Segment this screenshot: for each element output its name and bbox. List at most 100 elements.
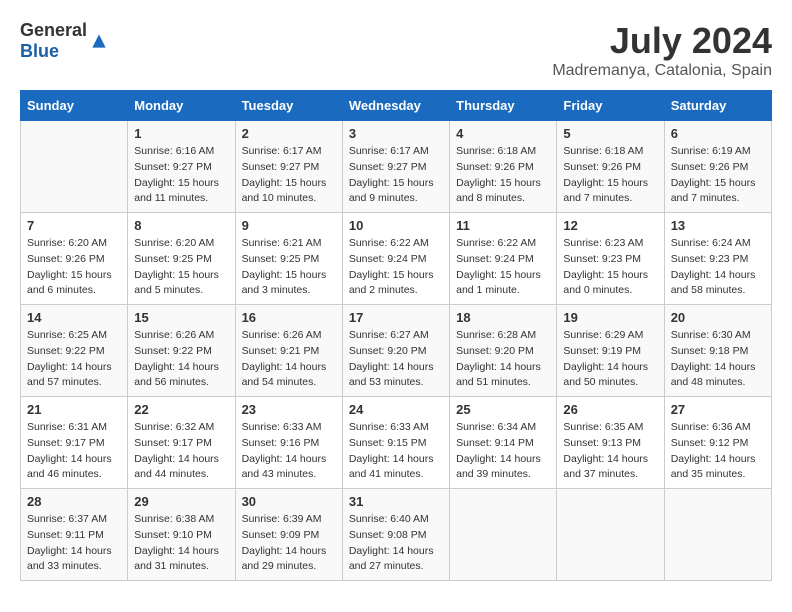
calendar-cell: 6 Sunrise: 6:19 AMSunset: 9:26 PMDaylight…	[664, 121, 771, 213]
location-title: Madremanya, Catalonia, Spain	[552, 62, 772, 80]
day-number: 8	[134, 218, 228, 233]
calendar-cell: 13 Sunrise: 6:24 AMSunset: 9:23 PMDayligh…	[664, 213, 771, 305]
day-number: 17	[349, 310, 443, 325]
day-number: 26	[563, 402, 657, 417]
day-info: Sunrise: 6:23 AMSunset: 9:23 PMDaylight:…	[563, 236, 657, 299]
day-info: Sunrise: 6:17 AMSunset: 9:27 PMDaylight:…	[349, 144, 443, 207]
day-number: 20	[671, 310, 765, 325]
calendar-week-row: 1Sunrise: 6:16 AMSunset: 9:27 PMDaylight…	[21, 121, 772, 213]
day-info: Sunrise: 6:39 AMSunset: 9:09 PMDaylight:…	[242, 512, 336, 575]
day-number: 4	[456, 126, 550, 141]
day-number: 11	[456, 218, 550, 233]
day-info: Sunrise: 6:27 AMSunset: 9:20 PMDaylight:…	[349, 328, 443, 391]
calendar-cell	[664, 489, 771, 581]
day-info: Sunrise: 6:22 AMSunset: 9:24 PMDaylight:…	[456, 236, 550, 299]
calendar-week-row: 21 Sunrise: 6:31 AMSunset: 9:17 PMDayligh…	[21, 397, 772, 489]
day-info: Sunrise: 6:33 AMSunset: 9:15 PMDaylight:…	[349, 420, 443, 483]
day-number: 18	[456, 310, 550, 325]
day-info: Sunrise: 6:20 AMSunset: 9:26 PMDaylight:…	[27, 236, 121, 299]
logo-general: General	[20, 20, 87, 40]
calendar-cell: 20Sunrise: 6:30 AMSunset: 9:18 PMDayligh…	[664, 305, 771, 397]
calendar-cell: 1Sunrise: 6:16 AMSunset: 9:27 PMDaylight…	[128, 121, 235, 213]
calendar-week-row: 7 Sunrise: 6:20 AMSunset: 9:26 PMDaylight…	[21, 213, 772, 305]
day-info: Sunrise: 6:26 AMSunset: 9:22 PMDaylight:…	[134, 328, 228, 391]
calendar-cell: 2 Sunrise: 6:17 AMSunset: 9:27 PMDaylight…	[235, 121, 342, 213]
logo-text: General Blue	[20, 20, 87, 62]
calendar-cell: 11 Sunrise: 6:22 AMSunset: 9:24 PMDayligh…	[450, 213, 557, 305]
day-info: Sunrise: 6:22 AMSunset: 9:24 PMDaylight:…	[349, 236, 443, 299]
calendar-cell: 27 Sunrise: 6:36 AMSunset: 9:12 PMDayligh…	[664, 397, 771, 489]
calendar-cell: 12Sunrise: 6:23 AMSunset: 9:23 PMDayligh…	[557, 213, 664, 305]
day-info: Sunrise: 6:35 AMSunset: 9:13 PMDaylight:…	[563, 420, 657, 483]
calendar-cell: 5Sunrise: 6:18 AMSunset: 9:26 PMDaylight…	[557, 121, 664, 213]
day-number: 27	[671, 402, 765, 417]
day-number: 1	[134, 126, 228, 141]
day-info: Sunrise: 6:18 AMSunset: 9:26 PMDaylight:…	[563, 144, 657, 207]
calendar-cell: 30 Sunrise: 6:39 AMSunset: 9:09 PMDayligh…	[235, 489, 342, 581]
calendar-cell: 10 Sunrise: 6:22 AMSunset: 9:24 PMDayligh…	[342, 213, 449, 305]
col-thursday: Thursday	[450, 91, 557, 121]
calendar-cell: 31Sunrise: 6:40 AMSunset: 9:08 PMDayligh…	[342, 489, 449, 581]
calendar-cell	[450, 489, 557, 581]
calendar-cell: 17 Sunrise: 6:27 AMSunset: 9:20 PMDayligh…	[342, 305, 449, 397]
calendar-cell: 24 Sunrise: 6:33 AMSunset: 9:15 PMDayligh…	[342, 397, 449, 489]
col-monday: Monday	[128, 91, 235, 121]
day-number: 2	[242, 126, 336, 141]
col-saturday: Saturday	[664, 91, 771, 121]
calendar-cell: 23 Sunrise: 6:33 AMSunset: 9:16 PMDayligh…	[235, 397, 342, 489]
calendar-cell: 25Sunrise: 6:34 AMSunset: 9:14 PMDayligh…	[450, 397, 557, 489]
day-number: 31	[349, 494, 443, 509]
calendar-cell: 4 Sunrise: 6:18 AMSunset: 9:26 PMDaylight…	[450, 121, 557, 213]
month-title: July 2024	[552, 20, 772, 62]
col-tuesday: Tuesday	[235, 91, 342, 121]
calendar-cell: 26 Sunrise: 6:35 AMSunset: 9:13 PMDayligh…	[557, 397, 664, 489]
logo-icon	[89, 31, 109, 51]
day-number: 15	[134, 310, 228, 325]
day-number: 19	[563, 310, 657, 325]
day-number: 22	[134, 402, 228, 417]
title-block: July 2024 Madremanya, Catalonia, Spain	[552, 20, 772, 80]
calendar-cell: 22 Sunrise: 6:32 AMSunset: 9:17 PMDayligh…	[128, 397, 235, 489]
day-info: Sunrise: 6:32 AMSunset: 9:17 PMDaylight:…	[134, 420, 228, 483]
day-info: Sunrise: 6:18 AMSunset: 9:26 PMDaylight:…	[456, 144, 550, 207]
day-number: 7	[27, 218, 121, 233]
day-number: 13	[671, 218, 765, 233]
day-info: Sunrise: 6:36 AMSunset: 9:12 PMDaylight:…	[671, 420, 765, 483]
calendar-cell: 9Sunrise: 6:21 AMSunset: 9:25 PMDaylight…	[235, 213, 342, 305]
calendar-cell: 28Sunrise: 6:37 AMSunset: 9:11 PMDayligh…	[21, 489, 128, 581]
calendar-cell: 16Sunrise: 6:26 AMSunset: 9:21 PMDayligh…	[235, 305, 342, 397]
calendar-cell	[21, 121, 128, 213]
day-info: Sunrise: 6:17 AMSunset: 9:27 PMDaylight:…	[242, 144, 336, 207]
day-info: Sunrise: 6:19 AMSunset: 9:26 PMDaylight:…	[671, 144, 765, 207]
calendar-cell: 15 Sunrise: 6:26 AMSunset: 9:22 PMDayligh…	[128, 305, 235, 397]
calendar-cell: 3Sunrise: 6:17 AMSunset: 9:27 PMDaylight…	[342, 121, 449, 213]
calendar-week-row: 14 Sunrise: 6:25 AMSunset: 9:22 PMDayligh…	[21, 305, 772, 397]
day-number: 23	[242, 402, 336, 417]
day-number: 30	[242, 494, 336, 509]
day-number: 6	[671, 126, 765, 141]
day-info: Sunrise: 6:24 AMSunset: 9:23 PMDaylight:…	[671, 236, 765, 299]
day-info: Sunrise: 6:31 AMSunset: 9:17 PMDaylight:…	[27, 420, 121, 483]
day-info: Sunrise: 6:34 AMSunset: 9:14 PMDaylight:…	[456, 420, 550, 483]
calendar-cell: 18 Sunrise: 6:28 AMSunset: 9:20 PMDayligh…	[450, 305, 557, 397]
calendar-table: Sunday Monday Tuesday Wednesday Thursday…	[20, 90, 772, 581]
calendar-cell: 19 Sunrise: 6:29 AMSunset: 9:19 PMDayligh…	[557, 305, 664, 397]
day-info: Sunrise: 6:29 AMSunset: 9:19 PMDaylight:…	[563, 328, 657, 391]
col-sunday: Sunday	[21, 91, 128, 121]
day-info: Sunrise: 6:25 AMSunset: 9:22 PMDaylight:…	[27, 328, 121, 391]
calendar-cell: 29Sunrise: 6:38 AMSunset: 9:10 PMDayligh…	[128, 489, 235, 581]
day-number: 10	[349, 218, 443, 233]
day-info: Sunrise: 6:28 AMSunset: 9:20 PMDaylight:…	[456, 328, 550, 391]
calendar-cell: 7 Sunrise: 6:20 AMSunset: 9:26 PMDaylight…	[21, 213, 128, 305]
day-info: Sunrise: 6:21 AMSunset: 9:25 PMDaylight:…	[242, 236, 336, 299]
day-number: 24	[349, 402, 443, 417]
day-number: 28	[27, 494, 121, 509]
col-friday: Friday	[557, 91, 664, 121]
day-info: Sunrise: 6:26 AMSunset: 9:21 PMDaylight:…	[242, 328, 336, 391]
day-number: 14	[27, 310, 121, 325]
calendar-cell: 14 Sunrise: 6:25 AMSunset: 9:22 PMDayligh…	[21, 305, 128, 397]
day-info: Sunrise: 6:33 AMSunset: 9:16 PMDaylight:…	[242, 420, 336, 483]
page-header: General Blue July 2024 Madremanya, Catal…	[20, 20, 772, 80]
calendar-week-row: 28Sunrise: 6:37 AMSunset: 9:11 PMDayligh…	[21, 489, 772, 581]
day-number: 21	[27, 402, 121, 417]
